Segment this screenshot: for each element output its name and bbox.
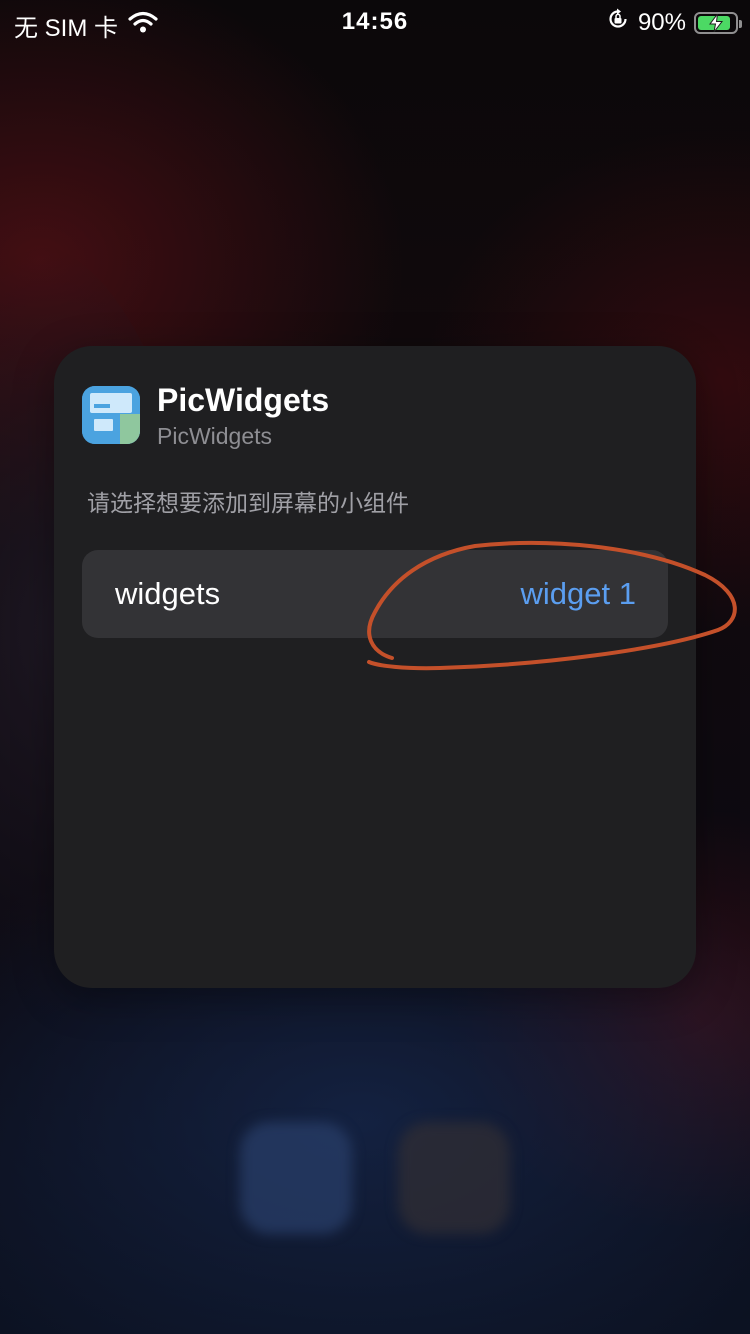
blurred-dock-app-icon — [398, 1122, 510, 1234]
picwidgets-app-icon — [82, 386, 140, 444]
battery-cap — [739, 19, 742, 28]
app-title: PicWidgets — [157, 382, 330, 418]
widget-selection-row[interactable]: widgets widget 1 — [82, 550, 668, 638]
home-screen: 无 SIM 卡 14:56 90% PicWidgets PicWidgets … — [0, 0, 750, 1334]
widget-picker-card: PicWidgets PicWidgets 请选择想要添加到屏幕的小组件 wid… — [54, 346, 696, 988]
widget-row-label: widgets — [115, 576, 221, 611]
widget-prompt: 请选择想要添加到屏幕的小组件 — [87, 491, 409, 517]
status-right: 90% — [606, 7, 742, 38]
widget-row-value[interactable]: widget 1 — [521, 576, 636, 612]
battery-percent: 90% — [637, 8, 686, 36]
app-subtitle: PicWidgets — [157, 423, 273, 449]
battery-charging-icon — [694, 11, 742, 34]
blurred-dock-app-icon — [240, 1122, 352, 1234]
charging-bolt-icon — [709, 13, 724, 32]
orientation-lock-icon — [606, 7, 630, 38]
status-bar: 无 SIM 卡 14:56 90% — [0, 0, 750, 42]
